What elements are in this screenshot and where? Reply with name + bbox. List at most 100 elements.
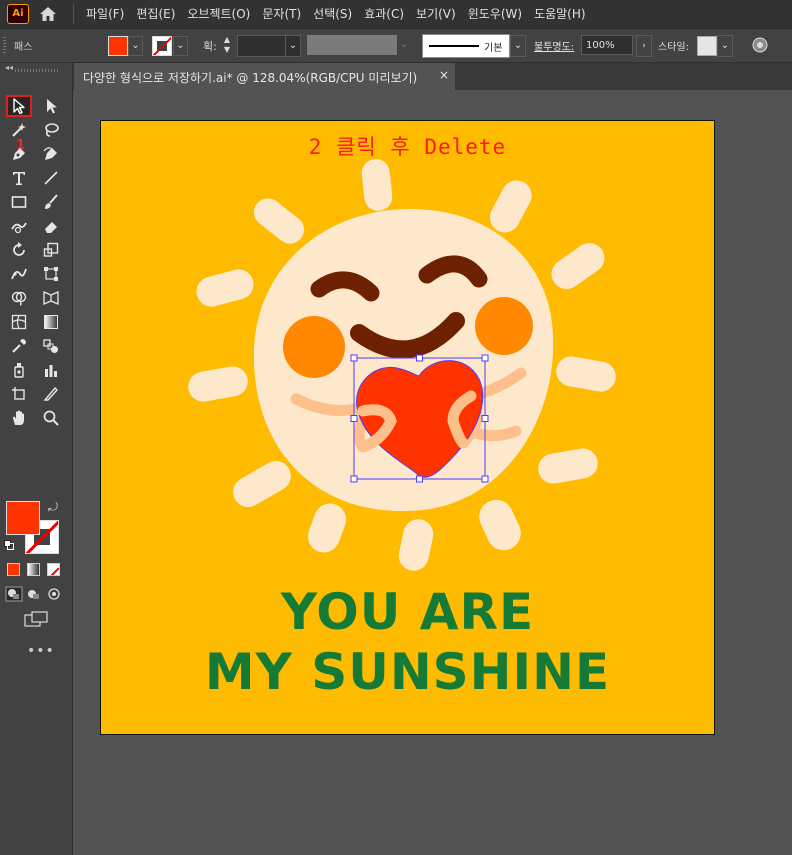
magic-wand-tool[interactable]	[6, 119, 32, 141]
menu-window[interactable]: 윈도우(W)	[462, 0, 528, 28]
selection-tool[interactable]	[6, 95, 32, 117]
style-label: 스타일:	[658, 42, 689, 53]
gradient-mode-button[interactable]	[27, 563, 40, 576]
default-colors-icon[interactable]	[4, 540, 14, 550]
tools-panel-grip[interactable]	[15, 69, 60, 72]
tools-panel-header[interactable]: ◂◂	[0, 63, 72, 75]
free-transform-tool[interactable]	[38, 263, 64, 285]
fill-dropdown[interactable]: ⌄	[128, 36, 143, 56]
fill-swatch[interactable]	[108, 36, 128, 56]
stroke-weight-input[interactable]	[237, 35, 287, 57]
column-graph-tool[interactable]	[38, 359, 64, 381]
stroke-dropdown[interactable]: ⌄	[173, 36, 188, 56]
menu-help[interactable]: 도움말(H)	[528, 0, 592, 28]
menu-bar: Ai 파일(F) 편집(E) 오브젝트(O) 문자(T) 선택(S) 효과(C)…	[0, 0, 792, 29]
puppet-warp-tool[interactable]	[6, 263, 32, 285]
type-tool[interactable]	[6, 167, 32, 189]
instruction-annotation: 2 클릭 후 Delete	[308, 135, 507, 159]
artboard-tool[interactable]	[6, 383, 32, 405]
document-tab-title: 다양한 형식으로 저장하기.ai* @ 128.04%(RGB/CPU 미리보기…	[83, 71, 418, 85]
curvature-tool[interactable]	[38, 143, 64, 165]
draw-behind-icon[interactable]	[25, 586, 43, 602]
magic-wand-icon	[12, 123, 26, 137]
stroke-weight-spinner[interactable]: ▲ ▼	[220, 35, 234, 55]
stroke-swatch[interactable]	[152, 36, 172, 56]
rotate-icon	[13, 242, 25, 256]
shaper-tool[interactable]	[6, 215, 32, 237]
shape-builder-tool[interactable]	[6, 287, 32, 309]
perspective-grid-tool[interactable]	[38, 287, 64, 309]
left-cheek	[283, 316, 345, 378]
none-slash-icon	[50, 567, 59, 575]
stroke-weight-label: 획:	[203, 40, 217, 53]
slogan-line-1[interactable]: YOU ARE	[101, 583, 714, 641]
opacity-input[interactable]: 100%	[581, 35, 633, 55]
mesh-tool[interactable]	[6, 311, 32, 333]
home-icon[interactable]	[38, 4, 58, 24]
direct-selection-tool[interactable]	[38, 95, 64, 117]
tools-panel: ◂◂ 1 ⤾ •••	[0, 63, 73, 855]
draw-normal-icon[interactable]	[5, 586, 23, 602]
recolor-artwork-icon[interactable]	[752, 37, 768, 53]
menu-separator	[73, 4, 74, 24]
graphic-style-swatch[interactable]	[697, 36, 717, 56]
more-tools-icon[interactable]: •••	[27, 643, 55, 659]
scale-icon	[43, 242, 59, 257]
fill-color-box[interactable]	[6, 501, 40, 535]
free-transform-icon	[44, 267, 58, 281]
pen-nib-icon	[13, 148, 25, 160]
line-segment-tool[interactable]	[38, 167, 64, 189]
menu-edit[interactable]: 편집(E)	[130, 0, 181, 28]
zoom-tool[interactable]	[38, 407, 64, 429]
symbol-sprayer-icon	[14, 363, 24, 378]
control-bar-grip[interactable]	[3, 37, 6, 53]
menu-type[interactable]: 문자(T)	[256, 0, 307, 28]
rectangle-tool[interactable]	[6, 191, 32, 213]
direct-arrow-icon	[47, 99, 57, 114]
menu-view[interactable]: 보기(V)	[410, 0, 462, 28]
arrow-pointer-icon	[13, 98, 25, 115]
swap-fill-stroke-icon[interactable]: ⤾	[48, 500, 58, 515]
variable-width-dropdown[interactable]: ⌄	[400, 35, 412, 55]
paintbrush-tool[interactable]	[38, 191, 64, 213]
scale-tool[interactable]	[38, 239, 64, 261]
blend-icon	[43, 339, 58, 353]
brush-definition-dropdown[interactable]: ⌄	[510, 35, 526, 57]
rotate-tool[interactable]	[6, 239, 32, 261]
none-mode-button[interactable]	[47, 563, 60, 576]
brush-definition[interactable]: 기본	[422, 34, 510, 58]
column-graph-icon	[45, 365, 57, 377]
menu-object[interactable]: 오브젝트(O)	[181, 0, 256, 28]
variable-width-profile[interactable]	[307, 35, 397, 55]
color-mode-button[interactable]	[7, 563, 20, 576]
graphic-style-dropdown[interactable]: ⌄	[717, 35, 733, 57]
perspective-grid-icon	[43, 291, 59, 305]
stroke-weight-dropdown[interactable]: ⌄	[285, 35, 301, 57]
screen-mode-icon[interactable]	[24, 611, 48, 627]
opacity-arrow-button[interactable]: ›	[636, 35, 652, 57]
lasso-tool[interactable]	[38, 119, 64, 141]
slogan-line-2[interactable]: MY SUNSHINE	[101, 643, 714, 701]
eyedropper-tool[interactable]	[6, 335, 32, 357]
slice-tool[interactable]	[38, 383, 64, 405]
pen-tool[interactable]	[6, 143, 32, 165]
menu-effect[interactable]: 효과(C)	[358, 0, 410, 28]
magnifier-icon	[43, 410, 59, 426]
document-tab[interactable]: 다양한 형식으로 저장하기.ai* @ 128.04%(RGB/CPU 미리보기…	[74, 63, 455, 90]
artboard-icon	[12, 387, 25, 400]
opacity-label[interactable]: 불투명도:	[534, 38, 574, 53]
hand-tool[interactable]	[6, 407, 32, 429]
blend-tool[interactable]	[38, 335, 64, 357]
right-cheek	[475, 297, 533, 355]
rectangle-icon	[11, 196, 27, 208]
menu-select[interactable]: 선택(S)	[307, 0, 358, 28]
shaper-icon	[11, 222, 27, 234]
symbol-sprayer-tool[interactable]	[6, 359, 32, 381]
gradient-tool[interactable]	[38, 311, 64, 333]
draw-inside-icon[interactable]	[45, 586, 63, 602]
close-icon[interactable]: ×	[439, 68, 449, 82]
collapse-icon[interactable]: ◂◂	[5, 63, 13, 72]
menu-file[interactable]: 파일(F)	[80, 0, 130, 28]
artboard[interactable]: 2 클릭 후 Delete YOU ARE MY SUNSHINE	[100, 120, 715, 735]
eraser-tool[interactable]	[38, 215, 64, 237]
